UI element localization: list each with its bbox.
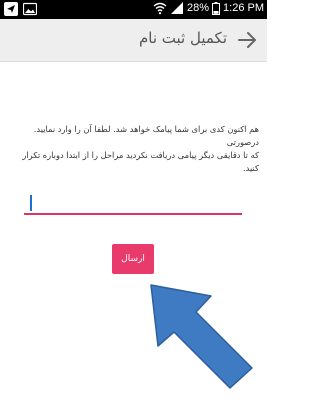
image-icon: [23, 2, 37, 16]
verification-message: هم اکنون کدی برای شما پیامک خواهد شد. لط…: [8, 123, 259, 175]
wifi-icon: [153, 2, 167, 15]
battery-percent: 28%: [187, 2, 210, 14]
status-time: 1:26 PM: [223, 2, 264, 14]
status-bar: 28% 1:26 PM: [0, 0, 267, 19]
signal-icon: [171, 2, 183, 14]
app-bar: تکمیل ثبت نام: [0, 19, 267, 62]
send-button[interactable]: ارسال: [112, 244, 154, 274]
arrow-right-icon[interactable]: [237, 30, 257, 50]
text-cursor: [30, 195, 32, 211]
navigation-icon: [4, 2, 18, 16]
message-line: هم اکنون کدی برای شما پیامک خواهد شد. لط…: [33, 124, 259, 147]
battery-icon: [212, 1, 221, 15]
page-title: تکمیل ثبت نام: [138, 29, 227, 47]
verification-code-input[interactable]: [24, 193, 242, 215]
message-line: که تا دقایقی دیگر پیامی دریافت نکردید مر…: [22, 150, 259, 173]
